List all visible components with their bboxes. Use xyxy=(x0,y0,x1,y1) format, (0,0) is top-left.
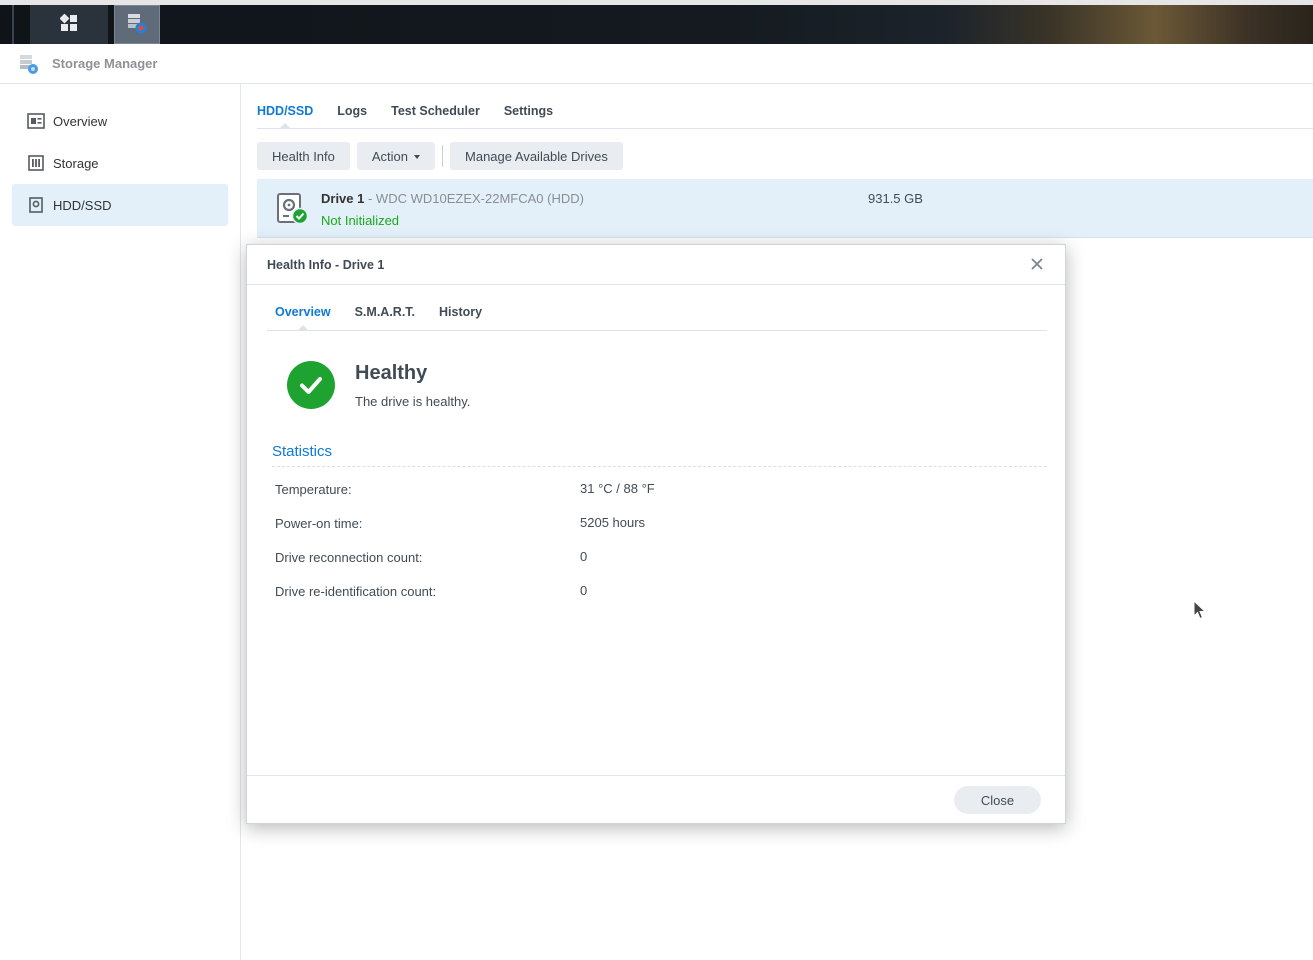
drive-health-icon xyxy=(277,193,309,225)
close-button[interactable]: Close xyxy=(954,786,1041,814)
tab-history[interactable]: History xyxy=(439,285,482,330)
health-info-dialog: Health Info - Drive 1 Overview S.M.A.R.T… xyxy=(246,244,1066,824)
app-title: Storage Manager xyxy=(52,56,158,71)
tab-settings[interactable]: Settings xyxy=(504,84,553,128)
drive-name: Drive 1 - WDC WD10EZEX-22MFCA0 (HDD) xyxy=(321,191,584,206)
chevron-down-icon xyxy=(414,155,421,159)
statistics-heading: Statistics xyxy=(272,443,333,460)
mouse-cursor-icon xyxy=(1193,599,1207,620)
taskbar-separator xyxy=(12,5,14,44)
stat-label-reconnection-count: Drive reconnection count: xyxy=(275,550,423,565)
tab-test-scheduler[interactable]: Test Scheduler xyxy=(391,84,480,128)
sidebar-item-hdd-ssd[interactable]: HDD/SSD xyxy=(12,184,228,226)
drive-size: 931.5 GB xyxy=(868,191,923,206)
stat-value-power-on-time: 5205 hours xyxy=(580,515,646,530)
sidebar-item-label: Overview xyxy=(53,113,108,129)
storage-manager-taskbar-icon xyxy=(125,11,149,38)
health-status-description: The drive is healthy. xyxy=(355,394,471,409)
stat-value-temperature: 31 °C / 88 °F xyxy=(580,481,655,496)
manage-button-label: Manage Available Drives xyxy=(465,148,608,164)
tab-hdd-ssd[interactable]: HDD/SSD xyxy=(257,84,313,129)
tab-overview[interactable]: Overview xyxy=(275,285,331,331)
tab-logs[interactable]: Logs xyxy=(337,84,367,128)
sidebar-item-label: Storage xyxy=(53,155,99,171)
tab-smart[interactable]: S.M.A.R.T. xyxy=(355,285,415,330)
dialog-tabs: Overview S.M.A.R.T. History xyxy=(267,285,1047,331)
hdd-icon xyxy=(27,196,45,214)
drive-model: - WDC WD10EZEX-22MFCA0 (HDD) xyxy=(364,191,584,206)
action-button-label: Action xyxy=(371,148,409,164)
dialog-header: Health Info - Drive 1 xyxy=(247,245,1065,285)
manage-available-drives-button[interactable]: Manage Available Drives xyxy=(450,142,623,170)
healthy-check-icon xyxy=(287,361,335,409)
stat-label-power-on-time: Power-on time: xyxy=(275,516,363,531)
taskbar xyxy=(0,0,1313,44)
sidebar-item-storage[interactable]: Storage xyxy=(12,142,228,184)
drive-label: Drive 1 xyxy=(321,191,365,206)
close-icon[interactable] xyxy=(1029,256,1045,272)
health-status-title: Healthy xyxy=(355,362,428,384)
toolbar: Health Info Action Manage Available Driv… xyxy=(257,142,630,170)
sidebar: Overview Storage HDD/SSD xyxy=(0,84,241,960)
storage-icon xyxy=(27,154,45,172)
stat-value-reidentification-count: 0 xyxy=(580,583,588,598)
dialog-footer: Close xyxy=(247,775,1065,823)
stat-value-reconnection-count: 0 xyxy=(580,549,588,564)
sidebar-item-overview[interactable]: Overview xyxy=(12,100,228,142)
overview-icon xyxy=(27,112,45,130)
taskbar-storage-manager-button[interactable] xyxy=(114,5,160,44)
main-menu-icon xyxy=(59,13,78,35)
toolbar-divider xyxy=(442,145,444,167)
action-dropdown-button[interactable]: Action xyxy=(356,142,436,170)
health-info-button[interactable]: Health Info xyxy=(257,142,350,170)
drive-status: Not Initialized xyxy=(321,213,400,228)
statistics-divider xyxy=(272,466,1047,467)
dialog-title: Health Info - Drive 1 xyxy=(267,257,385,272)
storage-manager-icon xyxy=(18,53,40,75)
stat-label-temperature: Temperature: xyxy=(275,482,352,497)
sidebar-item-label: HDD/SSD xyxy=(53,197,112,213)
stat-label-reidentification-count: Drive re-identification count: xyxy=(275,584,437,599)
health-info-button-label: Health Info xyxy=(272,148,335,164)
main-tabs: HDD/SSD Logs Test Scheduler Settings xyxy=(257,84,1313,129)
drive-list-row[interactable]: Drive 1 - WDC WD10EZEX-22MFCA0 (HDD) Not… xyxy=(257,179,1313,238)
app-titlebar: Storage Manager xyxy=(0,44,1313,84)
main-menu-button[interactable] xyxy=(30,5,108,44)
